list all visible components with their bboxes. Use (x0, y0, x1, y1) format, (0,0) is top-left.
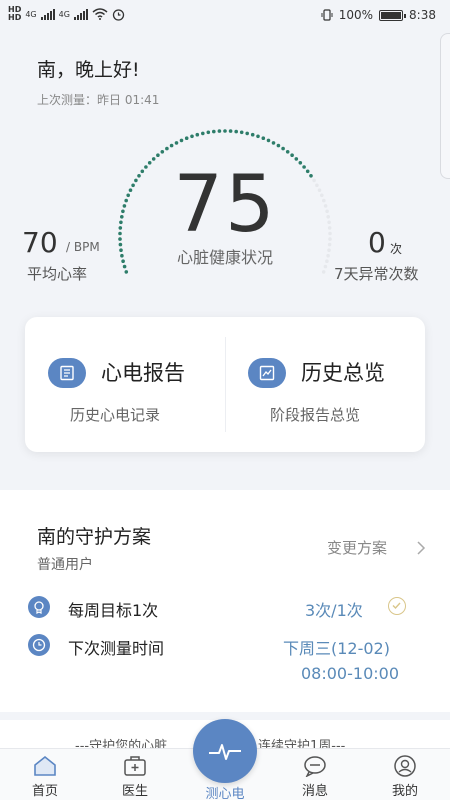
gauge-dot (234, 129, 238, 134)
tab-doctor[interactable]: 医生 (90, 749, 180, 800)
check-icon (388, 597, 406, 615)
user-type: 普通用户 (37, 557, 93, 573)
weekly-goal-label: 每周目标1次 (68, 601, 159, 620)
gauge-dot (256, 134, 260, 139)
goal-icon (28, 596, 50, 618)
signal-icon: HD HD (8, 5, 22, 22)
greeting: 南，晚上好! (37, 59, 140, 81)
measure-ecg-button[interactable] (193, 719, 257, 783)
next-measure-time: 08:00-10:00 (301, 664, 399, 683)
gauge-dot (285, 150, 290, 154)
ecg-report-subtitle: 历史心电记录 (70, 406, 161, 424)
gauge-dot (228, 129, 233, 133)
avg-heart-rate-label: 平均心率 (27, 265, 88, 283)
alarm-icon (112, 8, 125, 21)
gauge-dot (261, 136, 266, 140)
gauge-dot (174, 141, 179, 145)
tab-profile[interactable]: 我的 (360, 749, 450, 800)
abnormal-count-value: 0 (368, 226, 386, 259)
gauge-dot (245, 131, 249, 136)
gauge-dot (239, 130, 244, 135)
report-icon (48, 358, 86, 388)
tab-home-label: 首页 (31, 784, 58, 799)
network-type-2: 4G (58, 9, 70, 19)
avg-heart-rate-value: 70 (22, 226, 58, 259)
status-bar: HD HD 4G 4G 100% 8:38 (0, 0, 450, 32)
doctor-icon (124, 756, 146, 776)
gauge-dot (179, 138, 184, 143)
last-measure-time: 上次测量：昨日 01:41 (37, 93, 160, 107)
gauge-dot (124, 270, 129, 274)
next-measure-label: 下次测量时间 (68, 639, 165, 658)
abnormal-count-label: 7天异常次数 (334, 265, 419, 283)
gauge-dot (165, 146, 169, 151)
gauge-dot (321, 270, 326, 274)
network-type-1: 4G (25, 9, 37, 19)
message-icon (304, 756, 326, 777)
tab-messages-label: 消息 (301, 784, 328, 799)
gauge-dot (217, 129, 222, 133)
gauge-dot (281, 146, 285, 151)
ecg-report-card[interactable]: 心电报告 历史心电记录 (25, 317, 225, 452)
gauge-dot (271, 141, 276, 145)
signal-bars-icon (73, 8, 88, 20)
side-drawer-handle[interactable] (440, 33, 450, 179)
weekly-goal-value: 3次/1次 (305, 601, 363, 620)
chevron-right-icon[interactable] (416, 540, 426, 556)
gauge-dot (201, 131, 205, 136)
gauge-dot (206, 130, 211, 135)
avg-heart-rate-unit: / BPM (66, 240, 100, 254)
plan-title: 南的守护方案 (37, 526, 152, 548)
chart-icon (248, 358, 286, 388)
gauge-dot (190, 134, 194, 139)
tab-home[interactable]: 首页 (0, 749, 90, 800)
ecg-icon (209, 744, 241, 760)
clock-icon (28, 634, 50, 656)
battery-percent: 100% (338, 8, 374, 22)
history-overview-subtitle: 阶段报告总览 (270, 406, 361, 424)
home-icon (34, 755, 56, 776)
gauge-dot (250, 132, 255, 137)
tab-profile-label: 我的 (391, 784, 418, 799)
tab-messages[interactable]: 消息 (270, 749, 360, 800)
gauge-dot (169, 143, 174, 148)
change-plan-link[interactable]: 变更方案 (327, 537, 387, 558)
guardian-plan-section: 南的守护方案 普通用户 变更方案 每周目标1次 3次/1次 下次测量时间 下周三… (0, 490, 450, 712)
ecg-report-title: 心电报告 (101, 361, 185, 385)
gauge-dot (184, 136, 189, 140)
gauge-dot (160, 150, 165, 154)
gauge-dot (212, 129, 216, 134)
clock: 8:38 (409, 8, 436, 22)
wifi-icon (92, 8, 108, 20)
tab-doctor-label: 医生 (121, 784, 148, 799)
gauge-dot (156, 153, 160, 157)
gauge-dot (290, 153, 294, 157)
gauge-dot (223, 129, 227, 133)
tab-ecg-label: 测心电 (205, 787, 245, 800)
abnormal-count-unit: 次 (390, 242, 403, 256)
gauge-dot (195, 132, 200, 137)
vibrate-icon (321, 9, 333, 21)
next-measure-date: 下周三(12-02) (283, 639, 390, 658)
history-overview-title: 历史总览 (301, 361, 385, 385)
gauge-dot (276, 143, 281, 148)
history-overview-card[interactable]: 历史总览 阶段报告总览 (225, 317, 425, 452)
profile-icon (394, 755, 416, 777)
quick-actions-card: 心电报告 历史心电记录 历史总览 阶段报告总览 (25, 317, 425, 452)
battery-icon (379, 9, 407, 21)
gauge-dot (266, 138, 271, 143)
signal-bars-icon (40, 8, 55, 20)
